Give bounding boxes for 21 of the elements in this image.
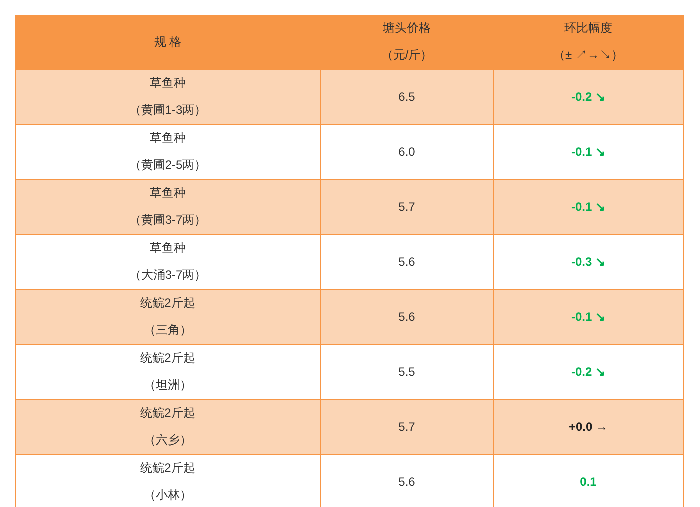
table-cell-text: （黄圃2-5两） — [128, 157, 208, 174]
table-cell-text: 草鱼种 — [149, 75, 187, 92]
table-cell-text: 草鱼种 — [149, 130, 187, 147]
column-header: （元/斤） — [380, 47, 434, 64]
table-cell-text: 统鲩2斤起 — [140, 295, 196, 312]
table-cell-text: 统鲩2斤起 — [140, 350, 196, 367]
table-cell-text: （三角） — [143, 322, 193, 339]
column-header: （± ↗→↘） — [552, 47, 624, 64]
table-cell-text: （黄圃3-7两） — [128, 212, 208, 229]
table-cell-text: 统鲩2斤起 — [140, 405, 196, 422]
table-cell-text: （坦洲） — [143, 377, 193, 394]
table-cell-text: （大涌3-7两） — [128, 267, 208, 284]
column-header: 环比幅度 — [564, 20, 614, 37]
table-cell-text: 草鱼种 — [149, 185, 187, 202]
table-cell-text: （小林） — [143, 487, 193, 504]
column-header: 塘头价格 — [382, 20, 432, 37]
table-cell-text: 草鱼种 — [149, 240, 187, 257]
table-cell-text: （六乡） — [143, 432, 193, 449]
column-header: 规 格 — [153, 34, 183, 50]
table-cell-text: （黄圃1-3两） — [128, 102, 208, 119]
table-cell-text: 统鲩2斤起 — [140, 460, 196, 477]
